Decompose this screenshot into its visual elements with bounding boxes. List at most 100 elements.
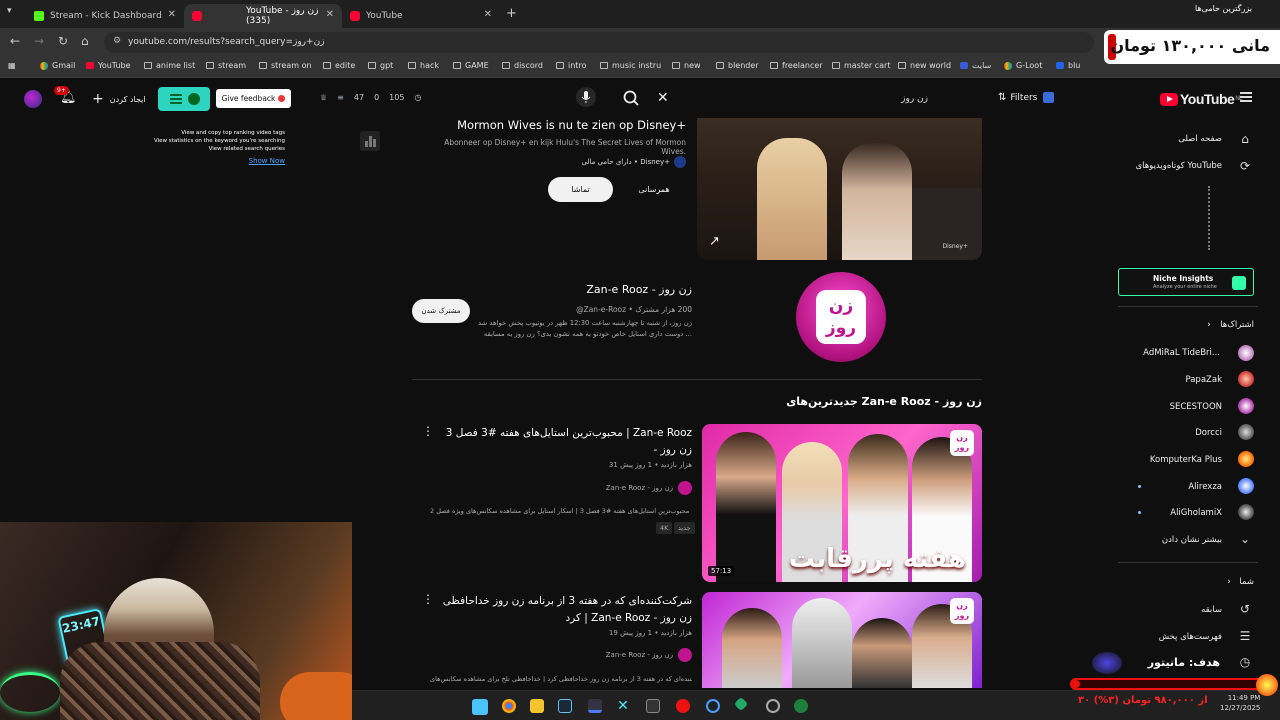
sidebar-item-sub[interactable]: AdMiRaL TideBri... xyxy=(1120,348,1220,358)
apps-icon[interactable]: ▦ xyxy=(8,61,16,70)
filters-button[interactable]: ⇅ Filters xyxy=(998,92,1055,103)
stats-app-icon[interactable] xyxy=(588,699,602,713)
youtube-logo[interactable]: YouTube NL xyxy=(1160,91,1242,107)
share-button[interactable]: همرسانی xyxy=(622,177,686,202)
trophy-icon[interactable]: ♕ xyxy=(320,93,327,102)
voice-search-button[interactable] xyxy=(576,87,596,107)
sidebar-item-sub[interactable]: Dorcci xyxy=(1150,428,1222,438)
clear-search-icon[interactable]: ✕ xyxy=(657,90,669,106)
home-icon[interactable]: ⌂ xyxy=(81,34,89,48)
niche-insights-card[interactable]: Niche Insights Analyze your entire niche xyxy=(1118,268,1254,296)
bookmark-folder[interactable]: blender xyxy=(716,61,759,70)
channel-name[interactable]: Zan-e Rooz - زن روز xyxy=(560,283,692,296)
settings-icon[interactable] xyxy=(766,699,780,713)
bookmark-folder[interactable]: GAME xyxy=(453,61,489,70)
bookmark-folder[interactable]: master cart xyxy=(832,61,890,70)
sidebar-item-sub[interactable]: PapaZak xyxy=(1150,375,1222,385)
sidebar-item-sub[interactable]: SECESTOON xyxy=(1150,402,1222,412)
video-title[interactable]: شرکت‌کننده‌ای که در هفته 3 از برنامه زن … xyxy=(440,593,692,627)
playlist-icon[interactable]: ☰ xyxy=(1238,629,1252,643)
subscription-avatar[interactable] xyxy=(1238,451,1254,467)
give-feedback-button[interactable]: Give feedback xyxy=(216,89,291,108)
epic-games-icon[interactable] xyxy=(646,699,660,713)
video-thumbnail[interactable]: زن روز xyxy=(702,592,982,688)
shelf-title[interactable]: جدیدترین‌های Zan-e Rooz - زن روز xyxy=(700,395,982,408)
tab-youtube[interactable]: YouTube ✕ xyxy=(342,4,500,28)
list-icon[interactable]: ≡ xyxy=(337,93,344,102)
external-link-icon[interactable]: ↗ xyxy=(709,234,720,249)
sidebar-item-shorts[interactable]: کوتاه‌ویدیوهای YouTube xyxy=(1110,161,1222,171)
history-icon[interactable]: ↺ xyxy=(1238,602,1252,616)
bookmark-folder[interactable]: hack xyxy=(408,61,439,70)
tab-search-icon[interactable]: ▾ xyxy=(7,6,12,16)
ad-title[interactable]: Mormon Wives is nu te zien op Disney+ xyxy=(430,118,686,132)
chevron-right-icon[interactable]: › xyxy=(1222,575,1236,589)
video-thumbnail[interactable]: زن روز هفته پررقابت 57:13 xyxy=(702,424,982,582)
chevron-right-icon[interactable]: › xyxy=(1202,318,1216,332)
bookmark-folder[interactable]: music instru xyxy=(600,61,661,70)
sidebar-item-sub[interactable]: KomputerKa Plus xyxy=(1130,455,1222,465)
tab-close-icon[interactable]: ✕ xyxy=(168,9,176,20)
subscription-avatar[interactable] xyxy=(1238,345,1254,361)
subscription-avatar[interactable] xyxy=(1238,504,1254,520)
subscription-avatar[interactable] xyxy=(1238,478,1254,494)
back-icon[interactable]: ← xyxy=(10,34,20,48)
video-channel[interactable]: Zan-e Rooz - زن روز xyxy=(520,648,692,662)
xbox-icon[interactable] xyxy=(794,699,808,713)
forward-icon[interactable]: → xyxy=(34,34,44,48)
shorts-icon[interactable]: ⟳ xyxy=(1238,159,1252,173)
sidebar-item-history[interactable]: سابقه xyxy=(1150,605,1222,615)
video-title[interactable]: محبوب‌ترین استایل‌های هفته #3 فصل 3 | Za… xyxy=(440,425,692,459)
file-explorer-icon[interactable] xyxy=(530,699,544,713)
bookmark-folder[interactable]: stream on xyxy=(259,61,312,70)
bookmark-gloot[interactable]: G-Loot xyxy=(1004,61,1042,70)
extension-toggle-button[interactable] xyxy=(158,87,210,111)
bar-chart-icon[interactable] xyxy=(360,131,380,151)
ad-thumbnail[interactable]: ↗ Disney+ xyxy=(697,118,982,260)
chevron-down-icon[interactable]: ⌄ xyxy=(1238,532,1252,546)
show-now-link[interactable]: Show Now xyxy=(140,157,285,165)
bookmark-folder[interactable]: edite xyxy=(323,61,355,70)
bookmark-folder[interactable]: anime list xyxy=(144,61,195,70)
create-button[interactable]: + ایجاد کردن xyxy=(92,91,146,107)
sidebar-item-sub[interactable]: AliGholamiX xyxy=(1150,508,1222,518)
bookmark-folder[interactable]: new world xyxy=(898,61,951,70)
search-button[interactable] xyxy=(620,88,644,110)
tab-youtube-search[interactable]: YouTube - زن روز (335) ✕ xyxy=(184,4,342,28)
obs-record-icon[interactable] xyxy=(676,699,690,713)
new-tab-icon[interactable]: + xyxy=(506,6,517,21)
bookmark-folder[interactable]: discord xyxy=(502,61,543,70)
subscription-avatar[interactable] xyxy=(1238,371,1254,387)
more-options-icon[interactable]: ⋮ xyxy=(422,592,434,606)
search-input[interactable]: زن روز xyxy=(672,89,934,111)
reload-icon[interactable]: ↻ xyxy=(58,34,68,48)
bookmark-youtube[interactable]: YouTube xyxy=(86,61,131,70)
home-icon[interactable]: ⌂ xyxy=(1238,132,1252,146)
address-bar[interactable]: ⚙ youtube.com/results?search_query=زن+رو… xyxy=(104,32,1094,53)
video-channel[interactable]: Zan-e Rooz - زن روز xyxy=(520,481,692,495)
channel-avatar[interactable]: زن روز xyxy=(796,272,886,362)
site-info-icon[interactable]: ⚙ xyxy=(113,36,121,46)
tab-kick-dashboard[interactable]: Stream - Kick Dashboard ✕ xyxy=(26,4,184,28)
subscribe-button[interactable]: مشترک شدن xyxy=(412,299,470,323)
bookmark-folder[interactable]: new xyxy=(672,61,701,70)
sidebar-item-sub[interactable]: Alirexza xyxy=(1150,482,1222,492)
tab-close-icon[interactable]: ✕ xyxy=(326,9,334,20)
chrome-icon[interactable] xyxy=(502,699,516,713)
sidebar-item-home[interactable]: صفحه اصلی xyxy=(1130,134,1222,144)
subscription-avatar[interactable] xyxy=(1238,398,1254,414)
bookmark-folder[interactable]: freelancer xyxy=(770,61,823,70)
notifications-button[interactable]: 🔔︎ 9+ xyxy=(54,86,77,105)
bookmark-site[interactable]: سایت xyxy=(960,61,991,70)
browser-c-icon[interactable] xyxy=(706,699,720,713)
bookmark-blu[interactable]: blu xyxy=(1056,61,1080,70)
watch-button[interactable]: تماشا xyxy=(548,177,613,202)
sidebar-item-playlists[interactable]: فهرست‌های پخش xyxy=(1130,632,1222,642)
subscription-avatar[interactable] xyxy=(1238,424,1254,440)
bookmark-folder[interactable]: intro xyxy=(556,61,586,70)
arrow-app-icon[interactable] xyxy=(733,696,749,712)
windows-start-icon[interactable] xyxy=(472,699,488,715)
tab-close-icon[interactable]: ✕ xyxy=(484,9,492,20)
bookmark-folder[interactable]: gpt xyxy=(368,61,393,70)
capcut-icon[interactable]: ✕ xyxy=(616,699,630,713)
